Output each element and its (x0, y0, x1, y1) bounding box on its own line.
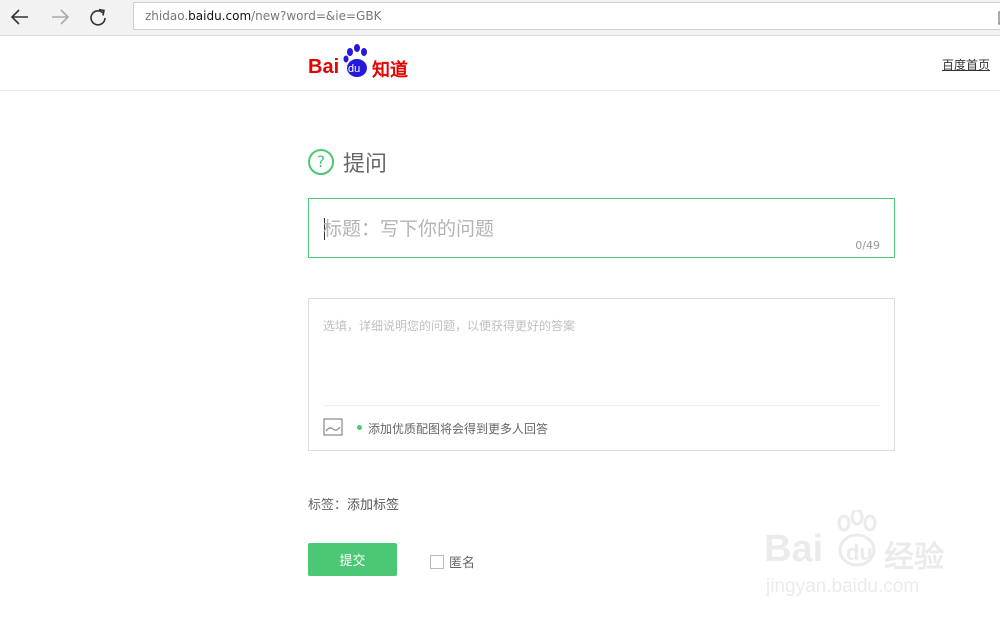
logo-du-text: du (348, 63, 361, 75)
forward-button[interactable] (46, 4, 74, 30)
watermark-du-text: du (846, 540, 873, 565)
back-button[interactable] (6, 4, 34, 30)
page-title: 提问 (343, 152, 388, 177)
anonymous-label: 匿名 (449, 556, 476, 571)
ask-heading: ? 提问 (308, 148, 388, 177)
image-icon[interactable] (323, 418, 343, 436)
browser-toolbar: zhidao.baidu.com/new?word=&ie=GBK (0, 0, 1000, 36)
question-circle-icon: ? (308, 149, 334, 175)
anonymous-option[interactable]: 匿名 (430, 552, 475, 571)
arrow-left-icon (10, 9, 28, 25)
watermark-url: jingyan.baidu.com (766, 576, 920, 597)
url-path: /new?word=&ie=GBK (251, 9, 382, 23)
url-prefix: zhidao. (145, 9, 189, 23)
refresh-icon (90, 8, 106, 26)
description-field: 添加优质配图将会得到更多人回答 (308, 298, 895, 451)
logo-bai-text: Bai (308, 56, 340, 78)
refresh-button[interactable] (84, 4, 112, 30)
add-tag-link[interactable]: 添加标签 (347, 498, 399, 513)
image-hint-text: 添加优质配图将会得到更多人回答 (368, 422, 549, 436)
question-title-field[interactable]: 0/49 (308, 198, 895, 258)
description-textarea[interactable] (323, 317, 878, 397)
site-header: Bai du 知道 百度首页 (0, 36, 1000, 91)
url-domain: baidu.com (188, 9, 252, 23)
submit-button[interactable]: 提交 (308, 543, 397, 576)
baidu-zhidao-logo[interactable]: Bai du 知道 (307, 44, 412, 80)
hint-dot (357, 425, 362, 430)
divider (323, 405, 880, 406)
watermark-bai-text: Bai (764, 528, 824, 570)
tags-row: 标签：添加标签 (308, 494, 399, 513)
arrow-right-icon (52, 9, 70, 25)
title-char-counter: 0/49 (855, 239, 880, 252)
question-title-input[interactable] (323, 215, 843, 243)
tags-label: 标签： (308, 498, 348, 513)
baidu-home-link[interactable]: 百度首页 (942, 56, 990, 73)
baidu-jingyan-watermark: Bai du 经验 jingyan.baidu.com (762, 510, 962, 610)
watermark-jingyan-text: 经验 (884, 541, 944, 574)
address-bar[interactable]: zhidao.baidu.com/new?word=&ie=GBK (133, 2, 1000, 30)
anonymous-checkbox[interactable] (430, 554, 444, 569)
logo-zhidao-text: 知道 (372, 60, 408, 80)
